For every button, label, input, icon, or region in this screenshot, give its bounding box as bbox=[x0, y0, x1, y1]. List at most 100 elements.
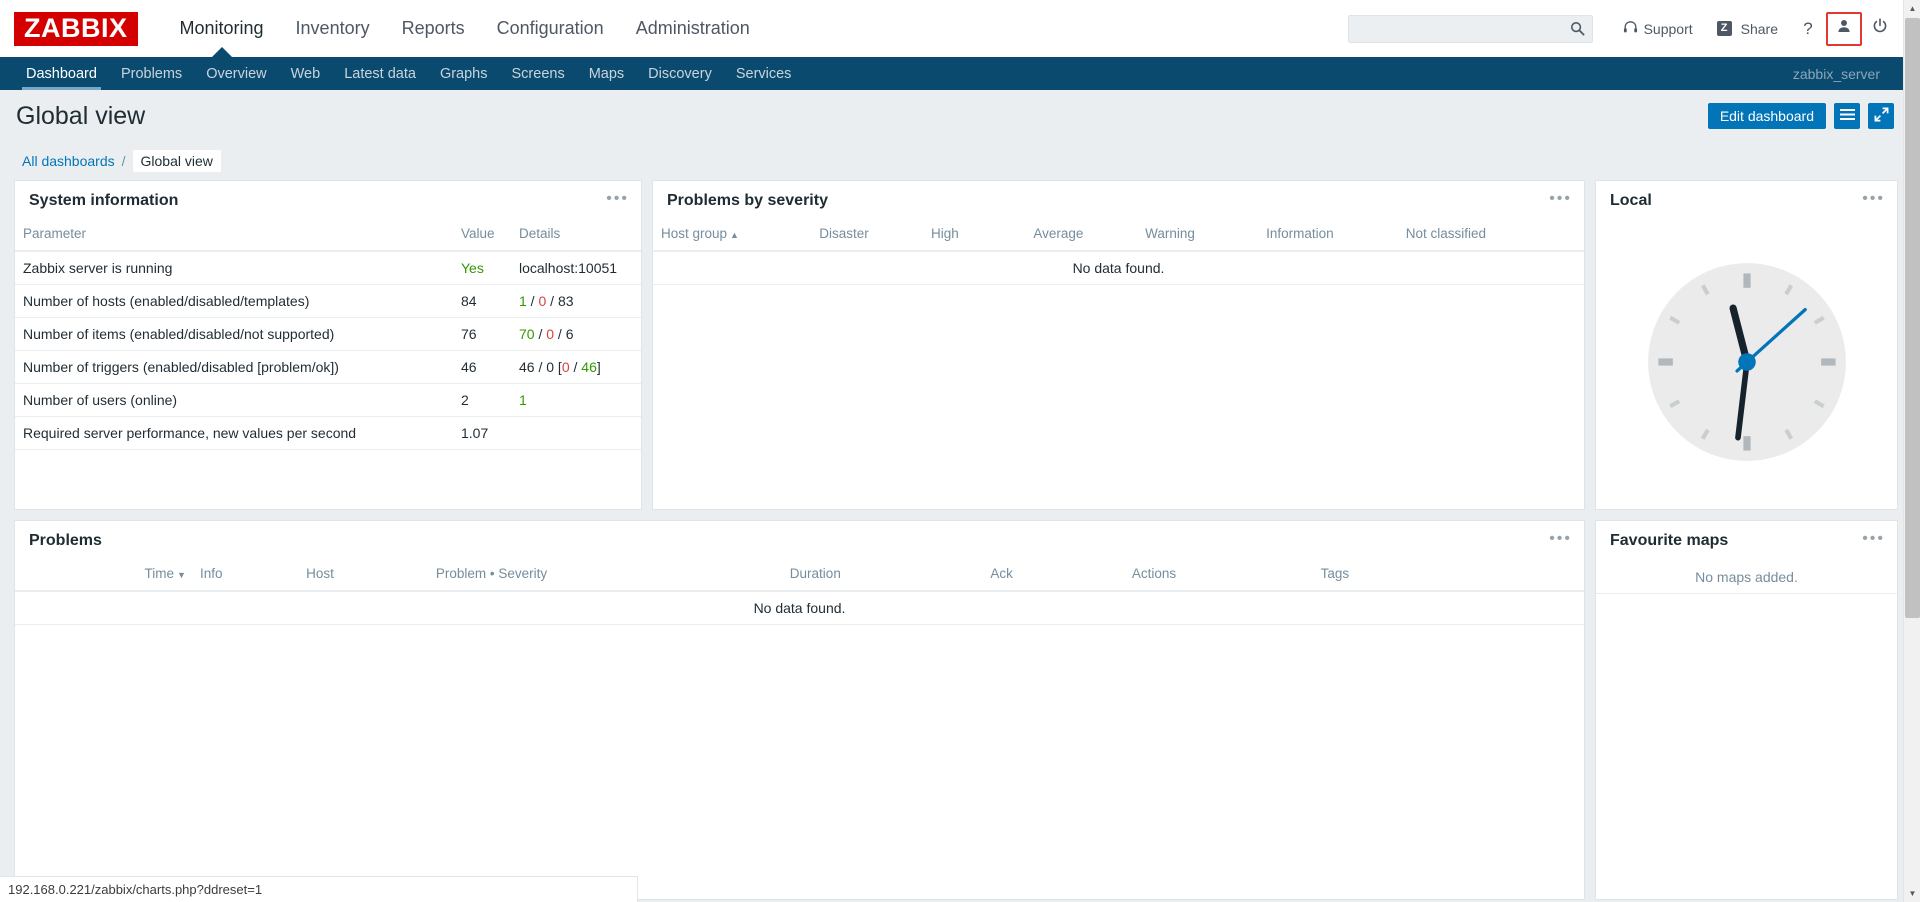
column-details: Details bbox=[511, 221, 641, 252]
sub-nav-item-latest-data[interactable]: Latest data bbox=[332, 57, 428, 90]
widget-menu-icon[interactable]: ••• bbox=[606, 191, 629, 207]
sub-nav-item-problems[interactable]: Problems bbox=[109, 57, 194, 90]
global-search[interactable] bbox=[1347, 14, 1593, 43]
table-empty-row: No data found. bbox=[15, 591, 1584, 625]
column-value: Value bbox=[453, 221, 511, 252]
sub-nav-item-dashboard[interactable]: Dashboard bbox=[14, 57, 109, 90]
table-header-row: Time ▼ Info Host Problem • Severity Durat… bbox=[15, 561, 1584, 592]
table-empty-row: No data found. bbox=[653, 251, 1584, 285]
analog-clock bbox=[1596, 221, 1897, 509]
column-host-group[interactable]: Host group ▲ bbox=[653, 221, 812, 252]
column-actions[interactable]: Actions bbox=[1123, 561, 1313, 592]
breadcrumb-current[interactable]: Global view bbox=[132, 150, 221, 172]
table-row: Required server performance, new values … bbox=[15, 416, 641, 450]
column-disaster[interactable]: Disaster bbox=[811, 221, 923, 252]
column-information[interactable]: Information bbox=[1258, 221, 1398, 252]
dashboard-menu-button[interactable] bbox=[1834, 103, 1860, 129]
main-menu-item-administration[interactable]: Administration bbox=[620, 0, 766, 57]
detail-part: 0 bbox=[561, 359, 570, 375]
value-text: 2 bbox=[461, 392, 469, 408]
sub-nav-item-services[interactable]: Services bbox=[724, 57, 804, 90]
widget-menu-icon[interactable]: ••• bbox=[1549, 531, 1572, 547]
vertical-scrollbar[interactable]: ▲ ▼ bbox=[1903, 0, 1920, 902]
search-icon[interactable] bbox=[1568, 19, 1588, 39]
user-profile-button[interactable] bbox=[1826, 11, 1862, 46]
column-info[interactable]: Info bbox=[191, 561, 299, 592]
server-name-label: zabbix_server bbox=[1792, 65, 1880, 82]
scroll-up-arrow-icon[interactable]: ▲ bbox=[1904, 0, 1920, 17]
problems-table: Time ▼ Info Host Problem • Severity Durat… bbox=[15, 561, 1584, 625]
column-time[interactable]: Time ▼ bbox=[15, 561, 192, 592]
column-high[interactable]: High bbox=[922, 221, 1026, 252]
detail-part: 6 bbox=[565, 326, 574, 342]
sign-out-button[interactable] bbox=[1862, 12, 1898, 46]
column-warning[interactable]: Warning bbox=[1137, 221, 1259, 252]
system-information-table: Parameter Value Details Zabbix server is… bbox=[15, 221, 641, 450]
widget-problems-by-severity: Problems by severity ••• Host group ▲ Dis… bbox=[652, 180, 1585, 510]
widget-body: Time ▼ Info Host Problem • Severity Durat… bbox=[15, 561, 1584, 899]
value-cell: Yes bbox=[453, 251, 511, 285]
widget-favourite-maps: Favourite maps ••• No maps added. bbox=[1595, 520, 1898, 900]
column-problem-severity[interactable]: Problem • Severity bbox=[427, 561, 782, 592]
column-tags[interactable]: Tags bbox=[1312, 561, 1584, 592]
column-host[interactable]: Host bbox=[298, 561, 428, 592]
empty-message: No data found. bbox=[653, 251, 1584, 285]
main-menu-item-inventory[interactable]: Inventory bbox=[280, 0, 386, 57]
widget-menu-icon[interactable]: ••• bbox=[1549, 191, 1572, 207]
search-input[interactable] bbox=[1348, 15, 1592, 42]
value-text: Yes bbox=[461, 260, 484, 276]
main-menu-item-monitoring[interactable]: Monitoring bbox=[164, 0, 280, 57]
detail-part: / bbox=[526, 293, 539, 309]
zabbix-logo[interactable]: ZABBIX bbox=[14, 11, 138, 46]
widget-menu-icon[interactable]: ••• bbox=[1862, 191, 1885, 207]
system-information-rows: Zabbix server is running Yes localhost:100… bbox=[15, 251, 641, 450]
sub-nav-item-screens[interactable]: Screens bbox=[500, 57, 577, 90]
column-ack[interactable]: Ack bbox=[982, 561, 1124, 592]
parameter-cell: Required server performance, new values … bbox=[15, 416, 453, 450]
help-button[interactable]: ? bbox=[1790, 12, 1826, 46]
share-label: Share bbox=[1740, 20, 1778, 37]
details-cell: 1 bbox=[511, 383, 641, 417]
detail-part: / bbox=[546, 293, 558, 309]
page-title: Global view bbox=[16, 101, 146, 130]
clock-face-icon bbox=[1647, 263, 1846, 461]
scrollbar-thumb[interactable] bbox=[1905, 18, 1920, 618]
sub-nav-item-web[interactable]: Web bbox=[279, 57, 333, 90]
widget-header: Problems ••• bbox=[15, 521, 1584, 561]
value-text: 46 bbox=[461, 359, 477, 375]
column-average[interactable]: Average bbox=[1025, 221, 1138, 252]
share-link[interactable]: Z Share bbox=[1705, 12, 1790, 46]
main-menu-item-configuration[interactable]: Configuration bbox=[481, 0, 620, 57]
main-menu-item-reports[interactable]: Reports bbox=[386, 0, 481, 57]
sub-nav-item-maps[interactable]: Maps bbox=[577, 57, 636, 90]
detail-part: 83 bbox=[557, 293, 574, 309]
widget-body: No maps added. bbox=[1596, 561, 1897, 899]
value-cell: 76 bbox=[453, 317, 511, 351]
table-row: Number of hosts (enabled/disabled/templa… bbox=[15, 284, 641, 318]
sub-nav-item-discovery[interactable]: Discovery bbox=[636, 57, 724, 90]
kiosk-fullscreen-button[interactable] bbox=[1868, 103, 1894, 129]
table-header-row: Host group ▲ Disaster High Average Warnin… bbox=[653, 221, 1584, 252]
edit-dashboard-button[interactable]: Edit dashboard bbox=[1707, 103, 1826, 129]
details-cell: 70 / 0 / 6 bbox=[511, 317, 641, 351]
value-text: 84 bbox=[461, 293, 477, 309]
widget-menu-icon[interactable]: ••• bbox=[1862, 531, 1885, 547]
headset-icon bbox=[1623, 20, 1638, 38]
table-row: Zabbix server is running Yes localhost:100… bbox=[15, 251, 641, 285]
widget-header: Problems by severity ••• bbox=[653, 181, 1584, 221]
detail-part: 0 bbox=[546, 326, 555, 342]
scroll-down-arrow-icon[interactable]: ▼ bbox=[1904, 885, 1920, 902]
column-duration[interactable]: Duration bbox=[781, 561, 983, 592]
parameter-cell: Number of hosts (enabled/disabled/templa… bbox=[15, 284, 453, 318]
detail-part: localhost:10051 bbox=[519, 260, 618, 276]
value-text: 1.07 bbox=[461, 425, 489, 441]
breadcrumb-all-dashboards[interactable]: All dashboards bbox=[22, 153, 115, 169]
value-cell: 2 bbox=[453, 383, 511, 417]
sub-nav-item-overview[interactable]: Overview bbox=[194, 57, 278, 90]
widget-header: Favourite maps ••• bbox=[1596, 521, 1897, 561]
column-not-classified[interactable]: Not classified bbox=[1397, 221, 1584, 252]
sub-nav-item-graphs[interactable]: Graphs bbox=[428, 57, 500, 90]
support-link[interactable]: Support bbox=[1611, 12, 1705, 46]
dashboard-row-1: System information ••• Parameter Value D… bbox=[14, 180, 1898, 510]
detail-part: / bbox=[534, 326, 547, 342]
